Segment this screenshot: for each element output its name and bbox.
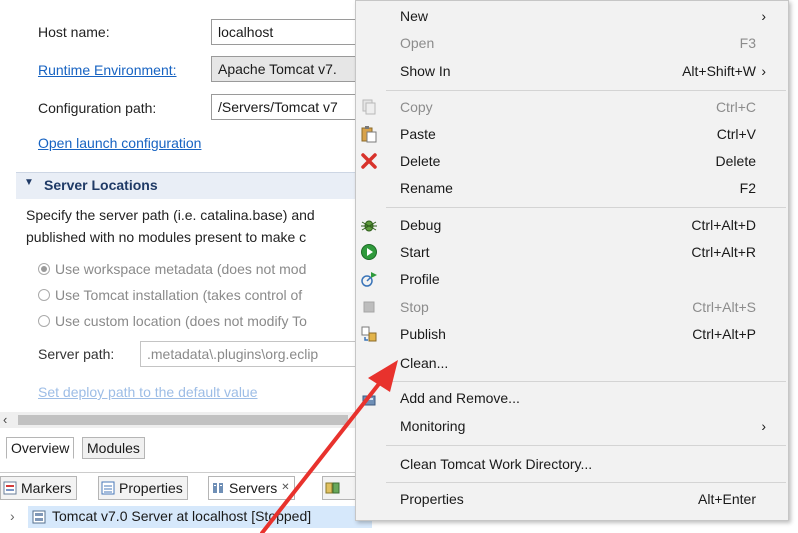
annotation-arrow-icon [260,360,398,533]
